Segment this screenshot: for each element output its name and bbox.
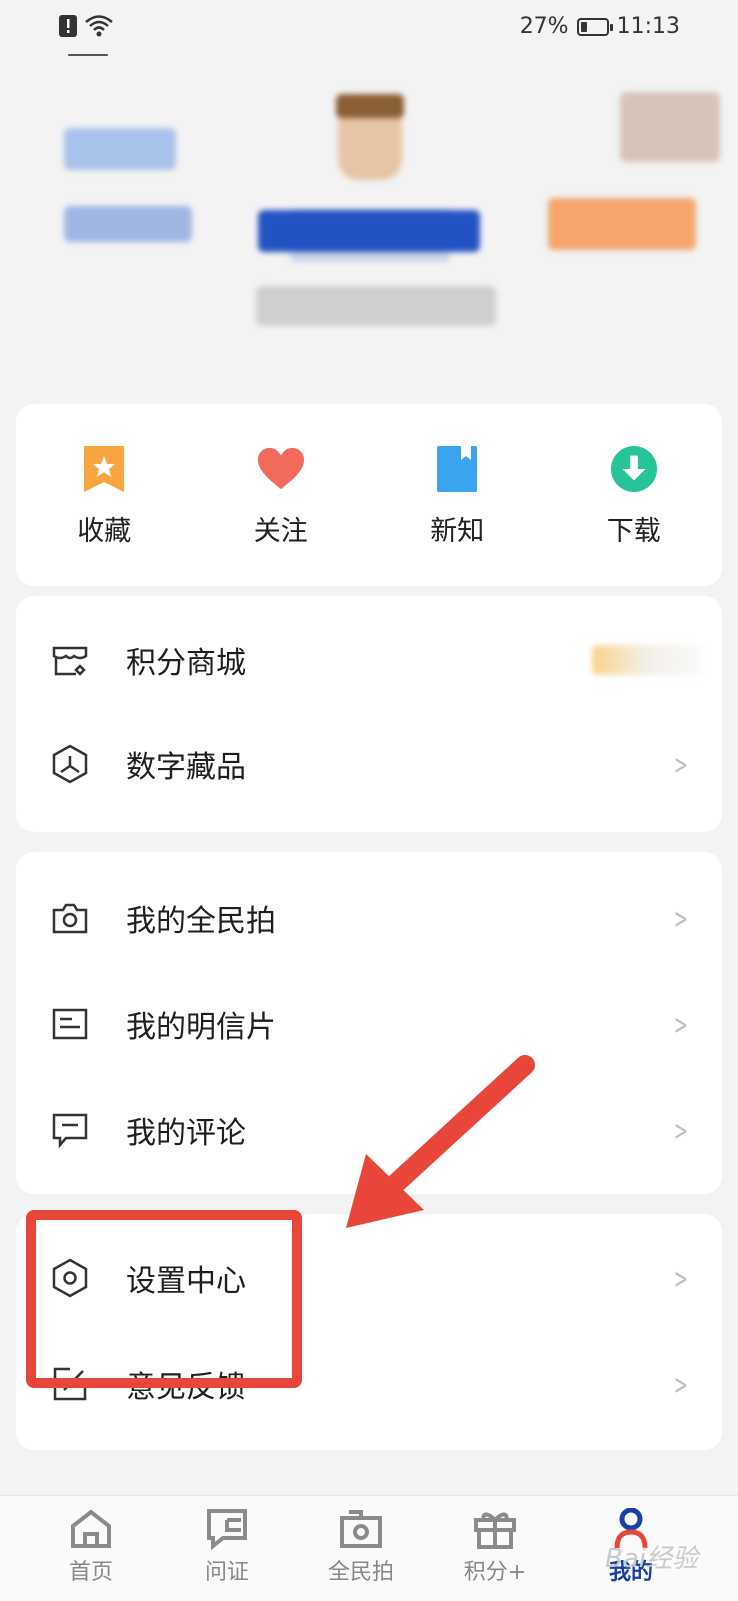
chevron-right-icon: > — [673, 1007, 688, 1041]
postcard-icon — [52, 1008, 88, 1040]
menu-label: 积分商城 — [126, 646, 246, 681]
quick-item-knowledge[interactable]: 新知 — [387, 443, 527, 548]
chevron-right-icon: > — [673, 1261, 688, 1295]
comment-icon — [52, 1113, 88, 1149]
points-balance-blur — [592, 645, 702, 675]
tab-question[interactable]: 问证 — [182, 1508, 272, 1586]
right-banner-blur — [548, 198, 696, 250]
quick-actions-card: 收藏 关注 新知 下载 — [16, 404, 722, 586]
battery-percent: 27% — [519, 14, 569, 39]
id-bar-blur — [256, 286, 496, 326]
watermark: Bai经验 — [605, 1544, 698, 1574]
status-bar: 27% 11:13 — [0, 0, 738, 56]
menu-label: 我的评论 — [126, 1116, 246, 1151]
camera-icon — [52, 903, 88, 934]
menu-label: 数字藏品 — [126, 750, 246, 785]
menu-card-1: 积分商城 数字藏品 > — [16, 596, 722, 832]
name-bar-blur — [258, 210, 480, 252]
alert-icon — [59, 15, 77, 37]
settings-highlight-box — [26, 1210, 302, 1388]
chevron-right-icon: > — [673, 1367, 688, 1401]
annotation-arrow-icon — [346, 1055, 535, 1228]
photo-icon — [340, 1510, 382, 1548]
menu-label: 我的全民拍 — [126, 904, 276, 939]
tab-label: 积分+ — [463, 1560, 527, 1585]
status-indicator-line — [68, 54, 108, 56]
home-icon — [71, 1509, 111, 1548]
left-banner-blur — [64, 128, 176, 170]
quick-label: 新知 — [430, 515, 485, 547]
tab-photo[interactable]: 全民拍 — [316, 1508, 406, 1586]
quick-label: 收藏 — [77, 515, 132, 547]
menu-item-points-mall[interactable]: 积分商城 — [16, 608, 722, 712]
menu-item-my-photos[interactable]: 我的全民拍 > — [16, 866, 722, 970]
status-icons — [58, 14, 114, 38]
tab-points[interactable]: 积分+ — [450, 1508, 540, 1586]
tab-label: 问证 — [204, 1560, 249, 1585]
tab-home[interactable]: 首页 — [46, 1508, 136, 1586]
bookmark-star-icon — [80, 443, 128, 495]
quick-label: 下载 — [606, 515, 661, 547]
chevron-right-icon: > — [673, 1113, 688, 1147]
gift-icon — [474, 1512, 516, 1549]
left-banner-blur-2 — [64, 206, 192, 242]
heart-icon — [257, 443, 305, 495]
clock: 11:13 — [616, 14, 680, 39]
points-mall-icon — [52, 646, 88, 676]
tab-label: 首页 — [68, 1560, 113, 1585]
chevron-right-icon: > — [673, 747, 688, 781]
chevron-right-icon: > — [673, 901, 688, 935]
question-icon — [207, 1509, 247, 1550]
quick-item-download[interactable]: 下载 — [564, 443, 704, 548]
download-icon — [610, 443, 658, 495]
wifi-icon — [85, 15, 113, 37]
digital-collectible-icon — [52, 744, 88, 784]
profile-header — [0, 60, 738, 380]
quick-item-follow[interactable]: 关注 — [211, 443, 351, 548]
quick-item-favorites[interactable]: 收藏 — [34, 443, 174, 548]
book-icon — [433, 443, 481, 495]
tab-label: 全民拍 — [327, 1560, 394, 1585]
battery-icon — [576, 17, 613, 36]
menu-item-digital-collectibles[interactable]: 数字藏品 > — [16, 712, 722, 816]
quick-label: 关注 — [253, 515, 308, 547]
right-avatar-blur — [620, 92, 720, 162]
bottom-tab-bar: 首页 问证 全民拍 积分+ 我的 Bai经验 — [0, 1495, 738, 1601]
menu-label: 我的明信片 — [126, 1010, 276, 1045]
